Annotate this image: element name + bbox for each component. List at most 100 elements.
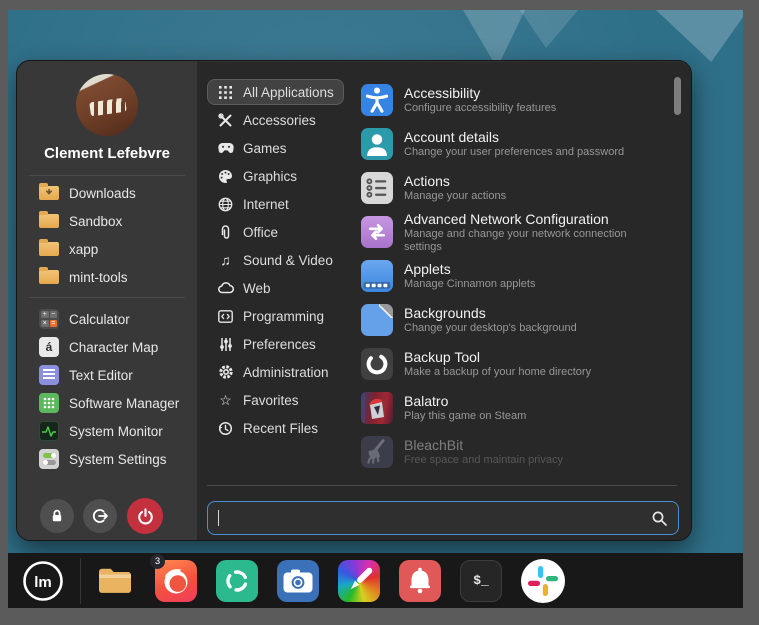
music-note-icon: ♫ xyxy=(217,252,234,269)
place-label: mint-tools xyxy=(69,270,128,285)
category-programming[interactable]: Programming xyxy=(207,303,334,329)
sidebar-apps-list: +− ×= Calculator á Character Map Text Ed… xyxy=(17,305,197,473)
place-sandbox[interactable]: Sandbox xyxy=(17,207,197,235)
tools-icon xyxy=(217,112,234,129)
taskbar-terminal[interactable]: $_ xyxy=(460,560,502,602)
software-manager-icon xyxy=(39,393,59,413)
taskbar-notifications[interactable] xyxy=(399,560,441,602)
sidebar-app-calculator[interactable]: +− ×= Calculator xyxy=(17,305,197,333)
app-description: Manage Cinnamon applets xyxy=(404,278,535,291)
category-label: Favorites xyxy=(243,393,299,408)
app-description: Change your user preferences and passwor… xyxy=(404,146,624,159)
session-buttons xyxy=(17,499,197,539)
system-monitor-icon xyxy=(39,421,59,441)
category-label: Programming xyxy=(243,309,324,324)
app-backgrounds[interactable]: BackgroundsChange your desktop's backgro… xyxy=(361,298,667,342)
folder-icon xyxy=(94,560,136,602)
category-games[interactable]: Games xyxy=(207,135,297,161)
bleachbit-icon xyxy=(361,436,393,468)
wallpaper-triangle xyxy=(520,10,578,48)
category-office[interactable]: Office xyxy=(207,219,288,245)
app-bleachbit[interactable]: BleachBitFree space and maintain privacy xyxy=(361,430,667,474)
category-sound-video[interactable]: ♫ Sound & Video xyxy=(207,247,343,273)
taskbar-screenshot[interactable] xyxy=(277,560,319,602)
app-backup-tool[interactable]: Backup ToolMake a backup of your home di… xyxy=(361,342,667,386)
category-internet[interactable]: Internet xyxy=(207,191,299,217)
app-label: Software Manager xyxy=(69,396,179,411)
category-label: Office xyxy=(243,225,278,240)
category-label: Games xyxy=(243,141,287,156)
app-balatro[interactable]: BalatroPlay this game on Steam xyxy=(361,386,667,430)
place-xapp[interactable]: xapp xyxy=(17,235,197,263)
sidebar-app-system-settings[interactable]: System Settings xyxy=(17,445,197,473)
category-administration[interactable]: Administration xyxy=(207,359,339,385)
category-preferences[interactable]: Preferences xyxy=(207,331,326,357)
app-account-details[interactable]: Account detailsChange your user preferen… xyxy=(361,122,667,166)
places-list: Downloads Sandbox xapp mint-tools xyxy=(17,179,197,291)
taskbar-files[interactable] xyxy=(94,560,136,602)
category-label: Accessories xyxy=(243,113,316,128)
sidebar-app-system-monitor[interactable]: System Monitor xyxy=(17,417,197,445)
shutdown-button[interactable] xyxy=(127,498,163,534)
app-label: Calculator xyxy=(69,312,130,327)
divider xyxy=(29,175,185,176)
taskbar-firefox[interactable]: 3 xyxy=(155,560,197,602)
sidebar-app-character-map[interactable]: á Character Map xyxy=(17,333,197,361)
screen: Clement Lefebvre Downloads Sandbox xyxy=(0,0,759,625)
app-actions[interactable]: ActionsManage your actions xyxy=(361,166,667,210)
place-mint-tools[interactable]: mint-tools xyxy=(17,263,197,291)
applets-icon xyxy=(361,260,393,292)
category-label: Sound & Video xyxy=(243,253,333,268)
app-applets[interactable]: AppletsManage Cinnamon applets xyxy=(361,254,667,298)
category-favorites[interactable]: ☆ Favorites xyxy=(207,387,309,413)
divider xyxy=(207,485,677,486)
recent-clock-icon xyxy=(217,420,234,437)
sliders-icon xyxy=(217,336,234,353)
scrollbar-thumb[interactable] xyxy=(674,77,681,115)
application-list: AccessibilityConfigure accessibility fea… xyxy=(361,78,667,474)
folder-icon xyxy=(39,270,59,284)
category-label: Administration xyxy=(243,365,329,380)
app-description: Make a backup of your home directory xyxy=(404,366,591,379)
app-accessibility[interactable]: AccessibilityConfigure accessibility fea… xyxy=(361,78,667,122)
category-all-applications[interactable]: All Applications xyxy=(207,79,344,105)
bell-icon xyxy=(399,560,441,602)
logout-button[interactable] xyxy=(83,499,117,533)
category-web[interactable]: Web xyxy=(207,275,281,301)
taskbar-separator xyxy=(80,558,81,604)
app-description: Manage and change your network connectio… xyxy=(404,228,667,254)
taskbar-sync-app[interactable] xyxy=(216,560,258,602)
divider xyxy=(29,297,185,298)
backup-icon xyxy=(361,348,393,380)
place-downloads[interactable]: Downloads xyxy=(17,179,197,207)
app-name: Actions xyxy=(404,173,506,190)
taskbar-drawing[interactable] xyxy=(338,560,380,602)
search-input[interactable] xyxy=(221,511,651,526)
calculator-icon: +− ×= xyxy=(39,309,59,329)
character-map-icon: á xyxy=(39,337,59,357)
paintbrush-icon xyxy=(338,560,380,602)
category-graphics[interactable]: Graphics xyxy=(207,163,307,189)
sidebar-app-text-editor[interactable]: Text Editor xyxy=(17,361,197,389)
paperclip-icon xyxy=(217,224,234,241)
taskbar-slack[interactable] xyxy=(521,559,565,603)
backgrounds-icon xyxy=(361,304,393,336)
category-accessories[interactable]: Accessories xyxy=(207,107,326,133)
app-label: System Settings xyxy=(69,452,167,467)
text-editor-icon xyxy=(39,365,59,385)
power-icon xyxy=(136,507,155,526)
camera-icon xyxy=(277,560,319,602)
app-name: Account details xyxy=(404,129,624,146)
folder-download-icon xyxy=(39,186,59,200)
menu-sidebar: Clement Lefebvre Downloads Sandbox xyxy=(17,61,197,540)
search-box[interactable] xyxy=(207,501,679,535)
sidebar-app-software-manager[interactable]: Software Manager xyxy=(17,389,197,417)
app-description: Change your desktop's background xyxy=(404,322,577,335)
lock-screen-button[interactable] xyxy=(40,499,74,533)
menu-button[interactable]: lm xyxy=(17,557,69,605)
app-advanced-network-configuration[interactable]: Advanced Network ConfigurationManage and… xyxy=(361,210,667,254)
app-description: Play this game on Steam xyxy=(404,410,526,423)
category-list: All Applications Accessories Games xyxy=(207,79,357,443)
category-recent-files[interactable]: Recent Files xyxy=(207,415,328,441)
user-avatar[interactable] xyxy=(76,74,138,136)
